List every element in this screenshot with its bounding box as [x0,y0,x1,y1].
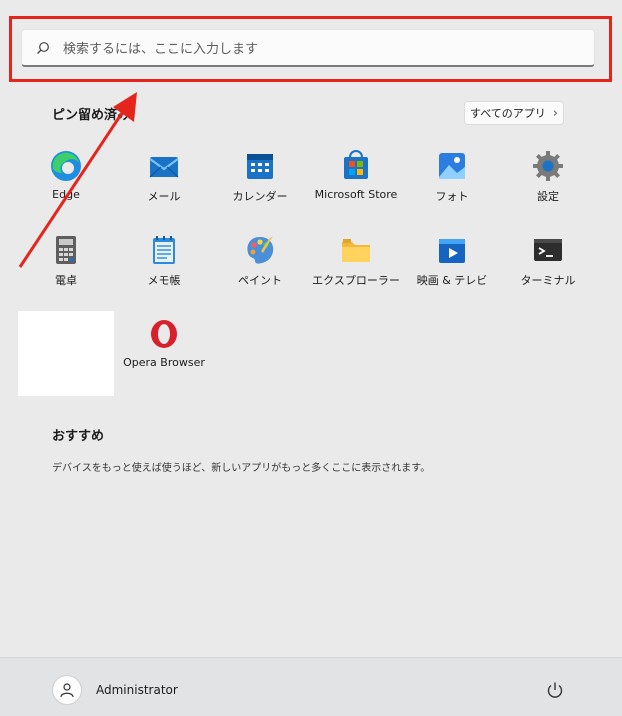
search-highlight-box [9,16,612,82]
all-apps-button[interactable]: すべてのアプリ › [464,101,564,125]
pinned-app-edge[interactable]: Edge [18,146,114,226]
pinned-app-calendar[interactable]: カレンダー [212,146,308,226]
store-icon [344,150,368,179]
pinned-app-store[interactable]: Microsoft Store [308,146,404,226]
pinned-app-settings[interactable]: 設定 [500,146,596,226]
movies-icon [439,239,465,263]
app-label: メモ帳 [147,274,181,287]
app-label: 設定 [537,190,559,203]
calendar-icon [247,154,273,179]
app-label: 映画 & テレビ [416,274,488,287]
app-label: 電卓 [55,274,77,287]
power-icon[interactable] [545,680,565,700]
recommended-title: おすすめ [52,429,105,444]
user-name[interactable]: Administrator [96,683,178,697]
settings-icon [533,151,563,181]
pinned-app-movies[interactable]: 映画 & テレビ [404,230,500,310]
user-avatar[interactable] [52,675,82,705]
terminal-icon [534,239,562,261]
pinned-app-opera[interactable]: Opera Browser [116,314,212,394]
edge-icon [51,151,81,181]
pinned-app-mail[interactable]: メール [116,146,212,226]
pinned-title: ピン留め済み [52,108,131,123]
pinned-app-paint[interactable]: ペイント [212,230,308,310]
app-label: ペイント [238,274,282,287]
app-label: Microsoft Store [314,188,398,201]
pinned-app-terminal[interactable]: ターミナル [500,230,596,310]
app-label: Edge [52,188,80,201]
app-label: エクスプローラー [312,274,400,287]
user-bar: Administrator [0,657,622,716]
app-label: Opera Browser [123,356,205,369]
notepad-icon [153,236,175,264]
photos-icon [439,153,465,179]
opera-icon [151,320,177,348]
user-icon [60,683,74,698]
pinned-app-notepad[interactable]: メモ帳 [116,230,212,310]
paint-icon [247,236,274,264]
recommended-message: デバイスをもっと使えば使うほど、新しいアプリがもっと多くここに表示されます。 [52,463,431,474]
blank-tile [18,311,114,396]
app-label: カレンダー [232,190,288,203]
chevron-right-icon: › [552,105,558,121]
mail-icon [149,157,179,178]
pinned-app-photos[interactable]: フォト [404,146,500,226]
app-label: メール [147,190,181,203]
pinned-app-explorer[interactable]: エクスプローラー [308,230,404,310]
calculator-icon [56,236,76,264]
app-label: ターミナル [520,274,576,287]
app-label: フォト [435,190,469,203]
explorer-icon [342,239,370,262]
all-apps-label: すべてのアプリ [470,107,546,120]
pinned-app-calculator[interactable]: 電卓 [18,230,114,310]
